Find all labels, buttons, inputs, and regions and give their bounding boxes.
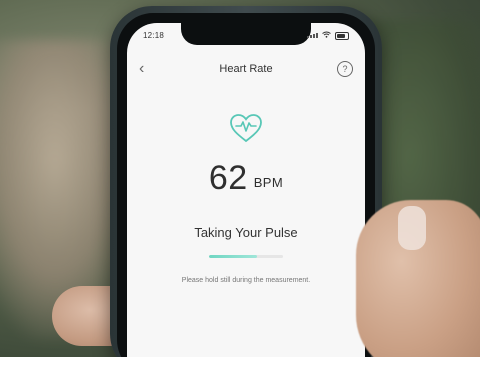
thumb-nail bbox=[398, 206, 426, 250]
help-button[interactable]: ? bbox=[337, 61, 353, 77]
status-icons bbox=[307, 31, 349, 40]
heart-pulse-icon bbox=[229, 113, 263, 143]
phone-frame: 12:18 ‹ Heart Rate ? 62 BPM Taking Your … bbox=[110, 6, 382, 367]
phone-bezel: 12:18 ‹ Heart Rate ? 62 BPM Taking Your … bbox=[117, 13, 375, 367]
wifi-icon bbox=[322, 31, 331, 40]
nav-bar: ‹ Heart Rate ? bbox=[127, 59, 365, 81]
measurement-progress-bar bbox=[209, 255, 283, 258]
measurement-progress-fill bbox=[209, 255, 258, 258]
measurement-hint: Please hold still during the measurement… bbox=[181, 277, 311, 284]
status-time: 12:18 bbox=[143, 31, 165, 40]
bpm-value: 62 bbox=[208, 159, 248, 197]
battery-icon bbox=[335, 31, 349, 40]
phone-screen: 12:18 ‹ Heart Rate ? 62 BPM Taking Your … bbox=[127, 23, 365, 367]
signal-icon bbox=[307, 33, 318, 38]
bottom-border bbox=[0, 357, 480, 367]
bpm-readout: 62 BPM bbox=[127, 159, 365, 198]
page-title: Heart Rate bbox=[219, 63, 273, 75]
phone-notch bbox=[181, 23, 311, 45]
measurement-status: Taking Your Pulse bbox=[194, 225, 298, 240]
bpm-unit: BPM bbox=[253, 175, 284, 190]
photo-background: 12:18 ‹ Heart Rate ? 62 BPM Taking Your … bbox=[0, 0, 480, 367]
